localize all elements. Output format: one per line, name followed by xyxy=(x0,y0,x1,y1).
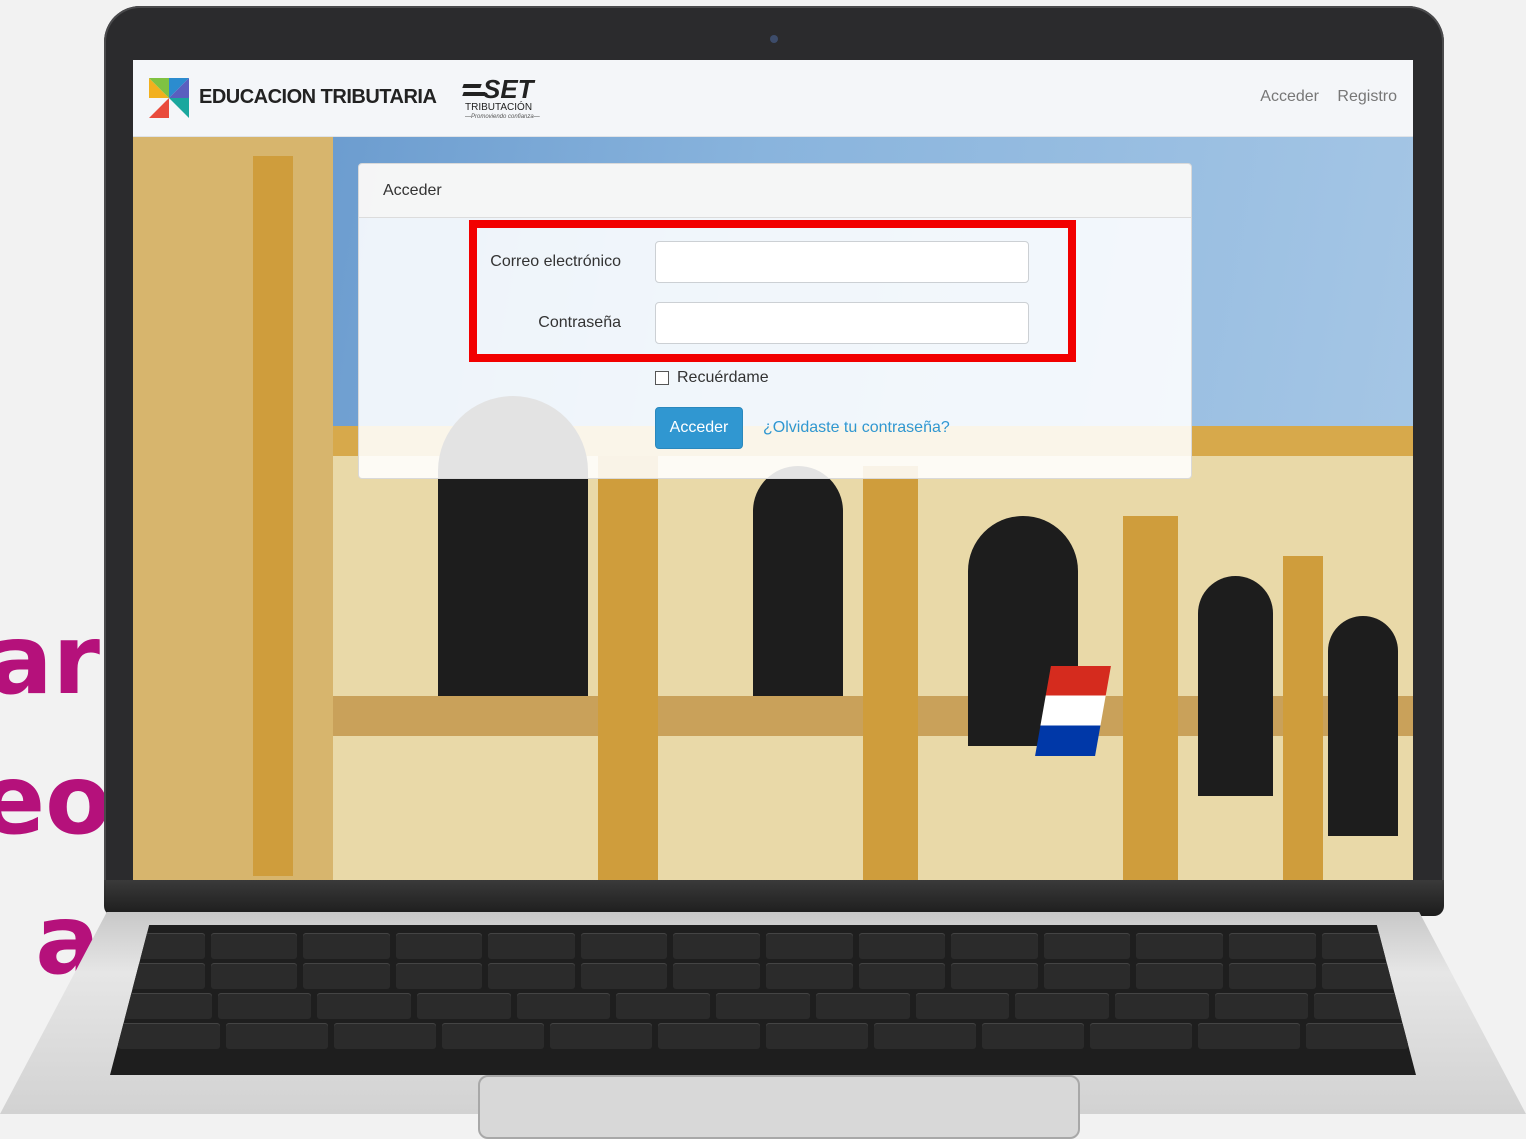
set-logo-text: SET xyxy=(483,74,534,104)
set-tributacion-logo: SET TRIBUTACIÓN —Promoviendo confianza— xyxy=(462,74,555,122)
laptop-screen: EDUCACION TRIBUTARIA SET TRIBUTACIÓN —Pr… xyxy=(133,60,1413,880)
laptop-hinge xyxy=(104,880,1444,916)
side-caption: ar eo a xyxy=(0,590,112,1010)
set-logo-tagline: —Promoviendo confianza— xyxy=(465,114,540,120)
trackpad xyxy=(478,1075,1080,1139)
red-highlight-box xyxy=(469,220,1076,362)
remember-me-label: Recuérdame xyxy=(677,369,769,386)
side-caption-line-1: ar xyxy=(0,604,100,716)
camera-icon xyxy=(770,35,778,43)
login-panel-title: Acceder xyxy=(359,164,1191,218)
nav-link-registro[interactable]: Registro xyxy=(1337,88,1397,105)
brand-title[interactable]: EDUCACION TRIBUTARIA xyxy=(199,86,437,109)
forgot-password-link[interactable]: ¿Olvidaste tu contraseña? xyxy=(763,419,950,437)
nav-link-acceder[interactable]: Acceder xyxy=(1260,88,1319,105)
side-caption-line-2: eo xyxy=(0,744,112,856)
top-navbar: EDUCACION TRIBUTARIA SET TRIBUTACIÓN —Pr… xyxy=(133,60,1413,137)
nav-links: Acceder Registro xyxy=(1246,88,1397,106)
remember-me-checkbox[interactable]: Recuérdame xyxy=(655,369,769,387)
pinwheel-logo-icon xyxy=(149,78,189,118)
set-logo-subtitle: TRIBUTACIÓN xyxy=(465,102,533,113)
keyboard xyxy=(110,925,1416,1075)
checkbox-icon[interactable] xyxy=(655,371,669,385)
login-submit-button[interactable]: Acceder xyxy=(655,407,743,449)
